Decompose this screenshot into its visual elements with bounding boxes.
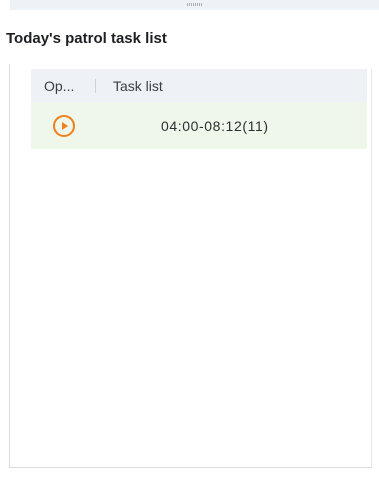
drag-handle[interactable] — [186, 3, 203, 6]
panel-top-strip — [10, 0, 379, 10]
task-time-range: 04:00-08:12(11) — [161, 117, 269, 134]
play-circle-icon[interactable] — [52, 114, 76, 138]
panel-left-border — [9, 64, 10, 468]
panel-title: Today's patrol task list — [6, 30, 167, 47]
panel-bottom-border — [9, 467, 372, 468]
table-header: Op... Task list — [31, 69, 367, 102]
patrol-task-panel: Today's patrol task list Op... Task list… — [0, 0, 379, 493]
panel-right-border — [371, 69, 372, 468]
task-table: Op... Task list 04:00-08:12(11) — [31, 69, 367, 149]
column-header-task-list[interactable]: Task list — [96, 78, 367, 94]
operation-cell — [31, 114, 96, 138]
column-header-operation[interactable]: Op... — [31, 78, 96, 94]
table-row[interactable]: 04:00-08:12(11) — [31, 102, 367, 149]
